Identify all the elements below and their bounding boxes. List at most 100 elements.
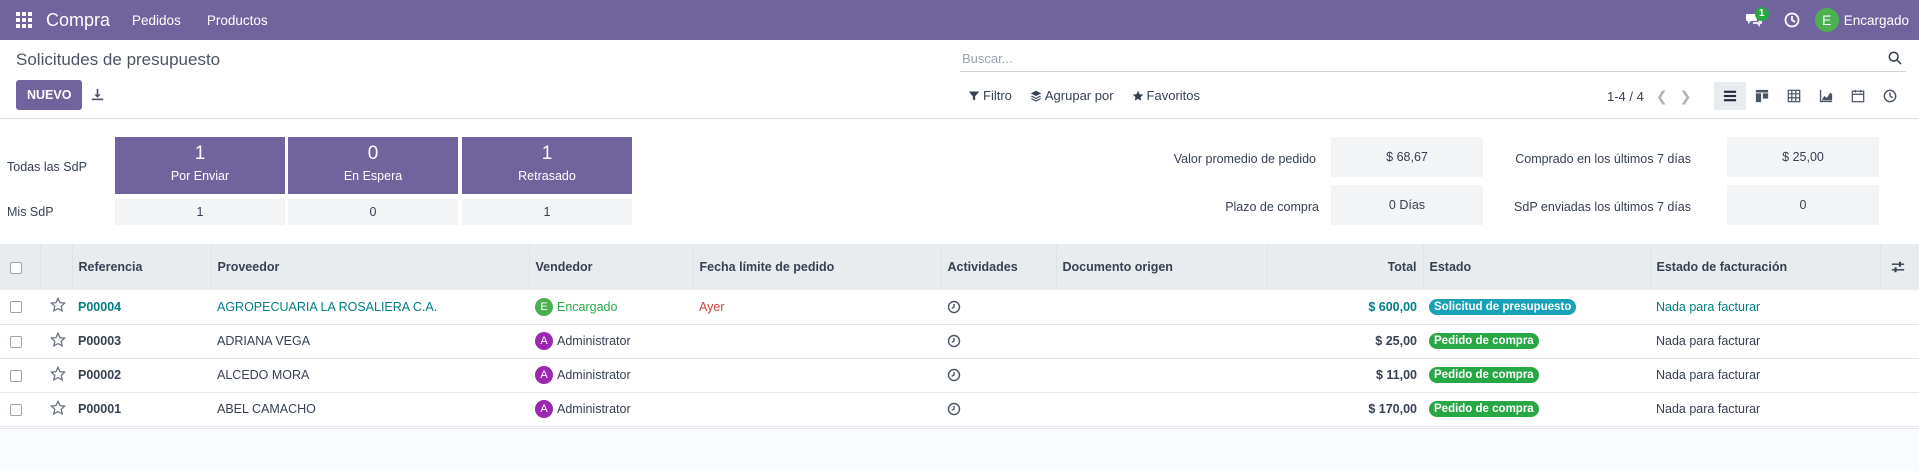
graph-view-button[interactable] xyxy=(1810,82,1842,110)
col-header-activities[interactable]: Actividades xyxy=(941,244,1057,290)
messages-button[interactable]: 1 xyxy=(1739,0,1769,40)
list-icon xyxy=(1723,90,1737,102)
row-vendor[interactable]: ALCEDO MORA xyxy=(217,368,309,382)
view-switcher xyxy=(1714,82,1906,110)
col-header-origin[interactable]: Documento origen xyxy=(1056,244,1268,290)
filter-button[interactable]: Filtro xyxy=(968,88,1012,103)
activity-icon xyxy=(1883,89,1897,103)
apps-menu-button[interactable] xyxy=(0,0,48,40)
list-view-button[interactable] xyxy=(1714,82,1746,110)
download-button[interactable] xyxy=(88,84,106,104)
pager-previous-button[interactable]: ❮ xyxy=(1656,88,1668,105)
user-menu[interactable]: E Encargado xyxy=(1814,8,1909,32)
all-rfq-label: Todas las SdP xyxy=(7,160,87,174)
my-rfq-label: Mis SdP xyxy=(7,205,54,219)
row-reference: P00004 xyxy=(78,299,122,314)
status-badge: Pedido de compra xyxy=(1429,401,1539,417)
optional-columns-button[interactable] xyxy=(1891,260,1905,274)
control-panel: Solicitudes de presupuesto NUEVO Filtro … xyxy=(0,40,1919,119)
tile-waiting[interactable]: 0 En Espera xyxy=(288,137,458,194)
tile-to-send[interactable]: 1 Por Enviar xyxy=(115,137,285,194)
my-to-send-count[interactable]: 1 xyxy=(115,199,285,225)
my-waiting-count[interactable]: 0 xyxy=(288,199,458,225)
col-header-state[interactable]: Estado xyxy=(1423,244,1651,290)
status-badge: Pedido de compra xyxy=(1429,333,1539,349)
salesman-name: Administrator xyxy=(557,334,631,348)
row-activity-button[interactable] xyxy=(947,334,961,349)
table-row[interactable]: P00002 ALCEDO MORA A Administrator $ 11,0… xyxy=(0,358,1919,392)
table-header-row: Referencia Proveedor Vendedor Fecha lími… xyxy=(0,244,1919,290)
groupby-button[interactable]: Agrupar por xyxy=(1030,88,1114,103)
col-header-ref[interactable]: Referencia xyxy=(72,244,212,290)
app-name[interactable]: Compra xyxy=(46,10,110,31)
row-activity-button[interactable] xyxy=(947,368,961,383)
calendar-view-button[interactable] xyxy=(1842,82,1874,110)
status-badge: Solicitud de presupuesto xyxy=(1429,298,1577,315)
lead-time-label: Plazo de compra xyxy=(1225,200,1319,214)
salesman-name: Encargado xyxy=(557,299,618,314)
row-total: $ 170,00 xyxy=(1368,402,1417,416)
row-checkbox[interactable] xyxy=(10,403,22,416)
tile-to-send-label: Por Enviar xyxy=(170,169,230,183)
star-outline-icon xyxy=(49,365,67,381)
col-header-vendor[interactable]: Proveedor xyxy=(211,244,530,290)
table-row[interactable]: P00001 ABEL CAMACHO A Administrator $ 170… xyxy=(0,392,1919,426)
activities-button[interactable] xyxy=(1777,0,1807,40)
new-button[interactable]: NUEVO xyxy=(16,80,83,110)
row-checkbox[interactable] xyxy=(10,335,22,348)
pager-value[interactable]: 1-4 / 4 xyxy=(1607,89,1644,104)
star-outline-icon xyxy=(49,331,67,347)
search-input[interactable] xyxy=(960,46,1880,70)
graph-icon xyxy=(1819,89,1833,103)
activity-view-button[interactable] xyxy=(1874,82,1906,110)
priority-star[interactable] xyxy=(49,399,67,419)
row-activity-button[interactable] xyxy=(947,402,961,417)
sliders-icon xyxy=(1891,262,1904,273)
row-salesman[interactable]: A Administrator xyxy=(535,332,631,350)
row-vendor[interactable]: AGROPECUARIA LA ROSALIERA C.A. xyxy=(217,300,437,314)
priority-star[interactable] xyxy=(49,297,67,316)
row-salesman[interactable]: A Administrator xyxy=(535,366,631,384)
row-checkbox[interactable] xyxy=(10,369,22,382)
col-header-total[interactable]: Total xyxy=(1267,244,1424,290)
row-salesman[interactable]: A Administrator xyxy=(535,400,631,418)
tile-late-count: 1 xyxy=(541,143,553,164)
menu-productos[interactable]: Productos xyxy=(207,13,268,28)
row-total: $ 11,00 xyxy=(1375,368,1417,382)
priority-star[interactable] xyxy=(49,331,67,351)
row-billing-status: Nada para facturar xyxy=(1656,368,1761,382)
row-salesman[interactable]: E Encargado xyxy=(535,297,618,316)
col-header-billing[interactable]: Estado de facturación xyxy=(1650,244,1881,290)
favorites-label: Favoritos xyxy=(1146,88,1201,103)
rfq-table: Referencia Proveedor Vendedor Fecha lími… xyxy=(0,244,1919,427)
row-reference: P00003 xyxy=(78,334,122,348)
priority-star[interactable] xyxy=(49,365,67,385)
kanban-icon xyxy=(1755,89,1769,103)
calendar-icon xyxy=(1851,89,1865,103)
status-badge: Pedido de compra xyxy=(1429,367,1539,383)
table-row[interactable]: P00004 AGROPECUARIA LA ROSALIERA C.A. EE… xyxy=(0,290,1919,324)
row-vendor[interactable]: ADRIANA VEGA xyxy=(217,334,310,348)
table-row[interactable]: P00003 ADRIANA VEGA A Administrator $ 25,… xyxy=(0,324,1919,358)
menu-pedidos[interactable]: Pedidos xyxy=(132,13,181,28)
tile-late-label: Retrasado xyxy=(518,169,576,183)
kanban-view-button[interactable] xyxy=(1746,82,1778,110)
favorites-button[interactable]: Favoritos xyxy=(1132,88,1200,103)
select-all-checkbox[interactable] xyxy=(10,261,22,274)
row-activity-button[interactable] xyxy=(947,299,961,314)
my-late-count[interactable]: 1 xyxy=(462,199,632,225)
pivot-icon xyxy=(1787,89,1801,103)
pivot-view-button[interactable] xyxy=(1778,82,1810,110)
search-icon[interactable] xyxy=(1888,51,1902,65)
search-options: Filtro Agrupar por Favoritos xyxy=(968,88,1218,103)
pager-next-button[interactable]: ❯ xyxy=(1680,88,1692,105)
row-checkbox[interactable] xyxy=(10,301,22,314)
row-reference: P00002 xyxy=(78,368,122,382)
row-origin xyxy=(1056,324,1267,358)
layers-icon xyxy=(1030,90,1042,102)
col-header-salesman[interactable]: Vendedor xyxy=(529,244,694,290)
star-outline-icon xyxy=(49,399,67,415)
row-vendor[interactable]: ABEL CAMACHO xyxy=(217,402,316,416)
col-header-deadline[interactable]: Fecha límite de pedido xyxy=(693,244,942,290)
tile-late[interactable]: 1 Retrasado xyxy=(462,137,632,194)
